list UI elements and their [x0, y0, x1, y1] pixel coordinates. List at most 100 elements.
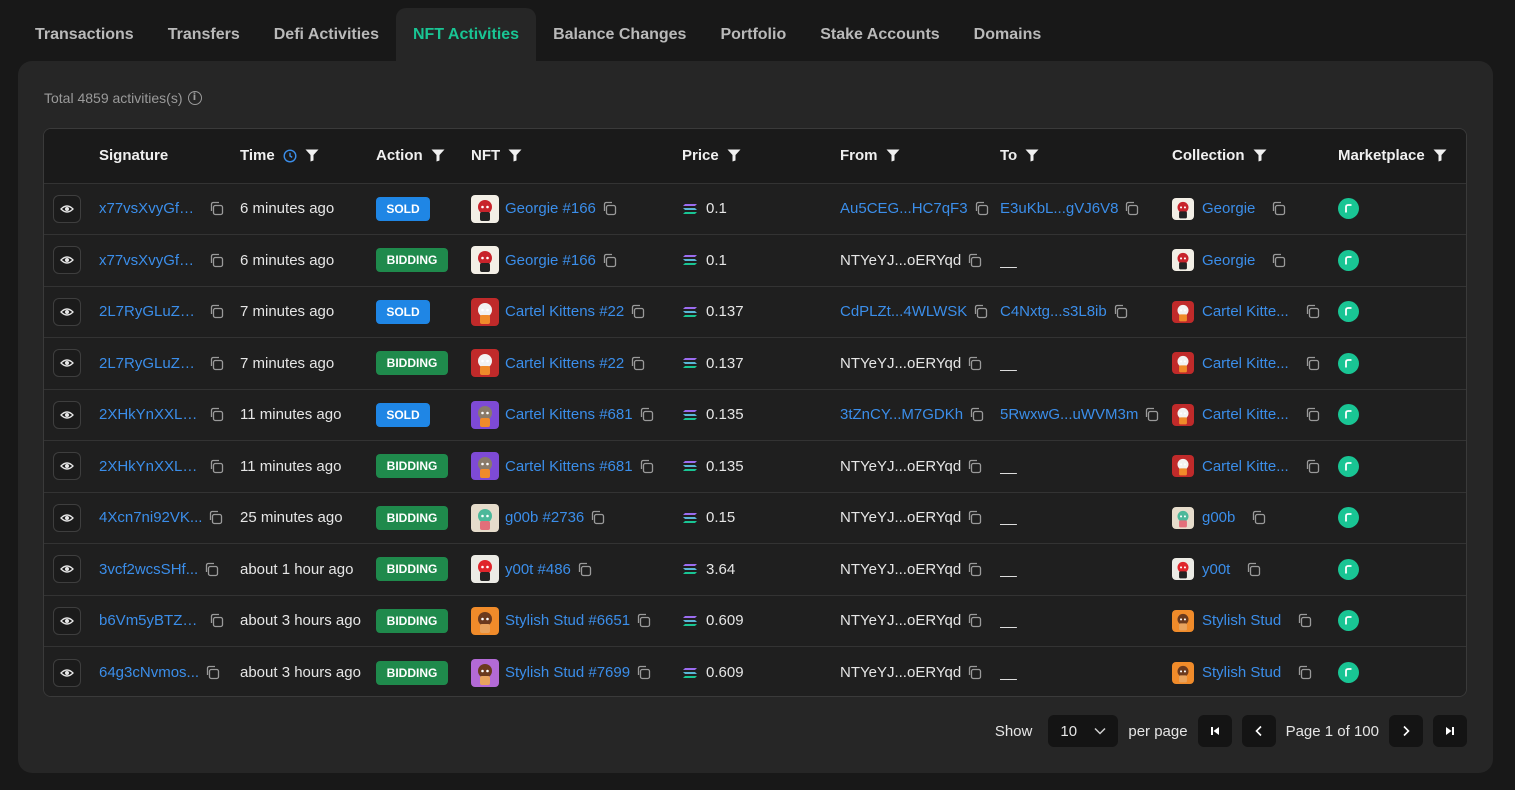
copy-icon[interactable]	[602, 201, 617, 216]
copy-icon[interactable]	[1251, 510, 1266, 525]
nft-link[interactable]: Cartel Kittens #681	[505, 406, 633, 423]
from-address[interactable]: Au5CEG...HC7qF3	[840, 200, 968, 217]
filter-icon[interactable]	[1025, 149, 1039, 162]
copy-icon[interactable]	[969, 407, 984, 422]
nft-link[interactable]: Stylish Stud #6651	[505, 612, 630, 629]
copy-icon[interactable]	[1297, 665, 1312, 680]
copy-icon[interactable]	[967, 459, 982, 474]
collection-link[interactable]: Stylish Stud	[1202, 612, 1281, 629]
copy-icon[interactable]	[209, 613, 224, 628]
view-details-button[interactable]	[53, 658, 81, 687]
tab-defi-activities[interactable]: Defi Activities	[257, 8, 396, 61]
filter-icon[interactable]	[727, 149, 741, 162]
copy-icon[interactable]	[1144, 407, 1159, 422]
nft-link[interactable]: Cartel Kittens #22	[505, 303, 624, 320]
signature-link[interactable]: 2XHkYnXXLQ...	[99, 458, 203, 475]
copy-icon[interactable]	[205, 665, 220, 680]
copy-icon[interactable]	[1124, 201, 1139, 216]
filter-icon[interactable]	[1253, 149, 1267, 162]
copy-icon[interactable]	[639, 459, 654, 474]
copy-icon[interactable]	[590, 510, 605, 525]
magic-eden-icon[interactable]	[1338, 662, 1359, 683]
view-details-button[interactable]	[53, 349, 81, 378]
tab-portfolio[interactable]: Portfolio	[703, 8, 803, 61]
view-details-button[interactable]	[53, 503, 81, 532]
copy-icon[interactable]	[630, 356, 645, 371]
info-icon[interactable]: i	[187, 91, 202, 105]
collection-link[interactable]: Cartel Kitte...	[1202, 355, 1289, 372]
copy-icon[interactable]	[209, 201, 224, 216]
collection-link[interactable]: Stylish Stud	[1202, 664, 1281, 681]
tab-transfers[interactable]: Transfers	[151, 8, 257, 61]
nft-link[interactable]: Cartel Kittens #681	[505, 458, 633, 475]
magic-eden-icon[interactable]	[1338, 610, 1359, 632]
copy-icon[interactable]	[209, 407, 224, 422]
copy-icon[interactable]	[639, 407, 654, 422]
from-address[interactable]: 3tZnCY...M7GDKh	[840, 406, 963, 423]
filter-icon[interactable]	[886, 149, 900, 162]
nft-link[interactable]: y00t #486	[505, 561, 571, 578]
signature-link[interactable]: 4Xcn7ni92VK...	[99, 509, 202, 526]
to-address[interactable]: E3uKbL...gVJ6V8	[1000, 200, 1118, 217]
from-address[interactable]: CdPLZt...4WLWSK	[840, 303, 967, 320]
copy-icon[interactable]	[204, 562, 219, 577]
copy-icon[interactable]	[1271, 253, 1286, 268]
copy-icon[interactable]	[973, 304, 988, 319]
tab-domains[interactable]: Domains	[957, 8, 1059, 61]
tab-stake-accounts[interactable]: Stake Accounts	[803, 8, 956, 61]
copy-icon[interactable]	[1113, 304, 1128, 319]
signature-link[interactable]: 2L7RyGLuZdp...	[99, 303, 203, 320]
collection-link[interactable]: g00b	[1202, 509, 1235, 526]
tab-balance-changes[interactable]: Balance Changes	[536, 8, 703, 61]
signature-link[interactable]: b6Vm5yBTZL...	[99, 612, 203, 629]
last-page-button[interactable]	[1433, 715, 1467, 747]
collection-link[interactable]: Cartel Kitte...	[1202, 303, 1289, 320]
signature-link[interactable]: 2XHkYnXXLQ...	[99, 406, 203, 423]
collection-link[interactable]: Georgie	[1202, 252, 1255, 269]
view-details-button[interactable]	[53, 400, 81, 429]
magic-eden-icon[interactable]	[1338, 507, 1359, 529]
signature-link[interactable]: x77vsXvyGfFr...	[99, 200, 203, 217]
copy-icon[interactable]	[636, 665, 651, 680]
copy-icon[interactable]	[1305, 304, 1320, 319]
copy-icon[interactable]	[967, 253, 982, 268]
per-page-select[interactable]: 10	[1048, 715, 1119, 747]
magic-eden-icon[interactable]	[1338, 352, 1359, 374]
filter-icon[interactable]	[1433, 149, 1447, 162]
copy-icon[interactable]	[577, 562, 592, 577]
copy-icon[interactable]	[1305, 356, 1320, 371]
view-details-button[interactable]	[53, 606, 81, 635]
filter-icon[interactable]	[431, 149, 445, 162]
copy-icon[interactable]	[209, 459, 224, 474]
magic-eden-icon[interactable]	[1338, 404, 1359, 426]
copy-icon[interactable]	[1246, 562, 1261, 577]
copy-icon[interactable]	[209, 356, 224, 371]
next-page-button[interactable]	[1389, 715, 1423, 747]
magic-eden-icon[interactable]	[1338, 249, 1359, 271]
collection-link[interactable]: Cartel Kitte...	[1202, 406, 1289, 423]
signature-link[interactable]: 2L7RyGLuZdp...	[99, 355, 203, 372]
filter-icon[interactable]	[508, 149, 522, 162]
signature-link[interactable]: 64g3cNvmos...	[99, 664, 199, 681]
nft-link[interactable]: Georgie #166	[505, 252, 596, 269]
copy-icon[interactable]	[967, 665, 982, 680]
copy-icon[interactable]	[208, 510, 223, 525]
view-details-button[interactable]	[53, 194, 81, 223]
magic-eden-icon[interactable]	[1338, 301, 1359, 323]
view-details-button[interactable]	[53, 246, 81, 275]
nft-link[interactable]: g00b #2736	[505, 509, 584, 526]
copy-icon[interactable]	[636, 613, 651, 628]
copy-icon[interactable]	[1305, 407, 1320, 422]
view-details-button[interactable]	[53, 452, 81, 481]
view-details-button[interactable]	[53, 555, 81, 584]
nft-link[interactable]: Cartel Kittens #22	[505, 355, 624, 372]
prev-page-button[interactable]	[1241, 715, 1276, 747]
magic-eden-icon[interactable]	[1338, 198, 1359, 220]
collection-link[interactable]: Cartel Kitte...	[1202, 458, 1289, 475]
copy-icon[interactable]	[630, 304, 645, 319]
copy-icon[interactable]	[967, 562, 982, 577]
to-address[interactable]: C4Nxtg...s3L8ib	[1000, 303, 1107, 320]
copy-icon[interactable]	[974, 201, 989, 216]
clock-icon[interactable]	[283, 149, 297, 163]
copy-icon[interactable]	[209, 304, 224, 319]
